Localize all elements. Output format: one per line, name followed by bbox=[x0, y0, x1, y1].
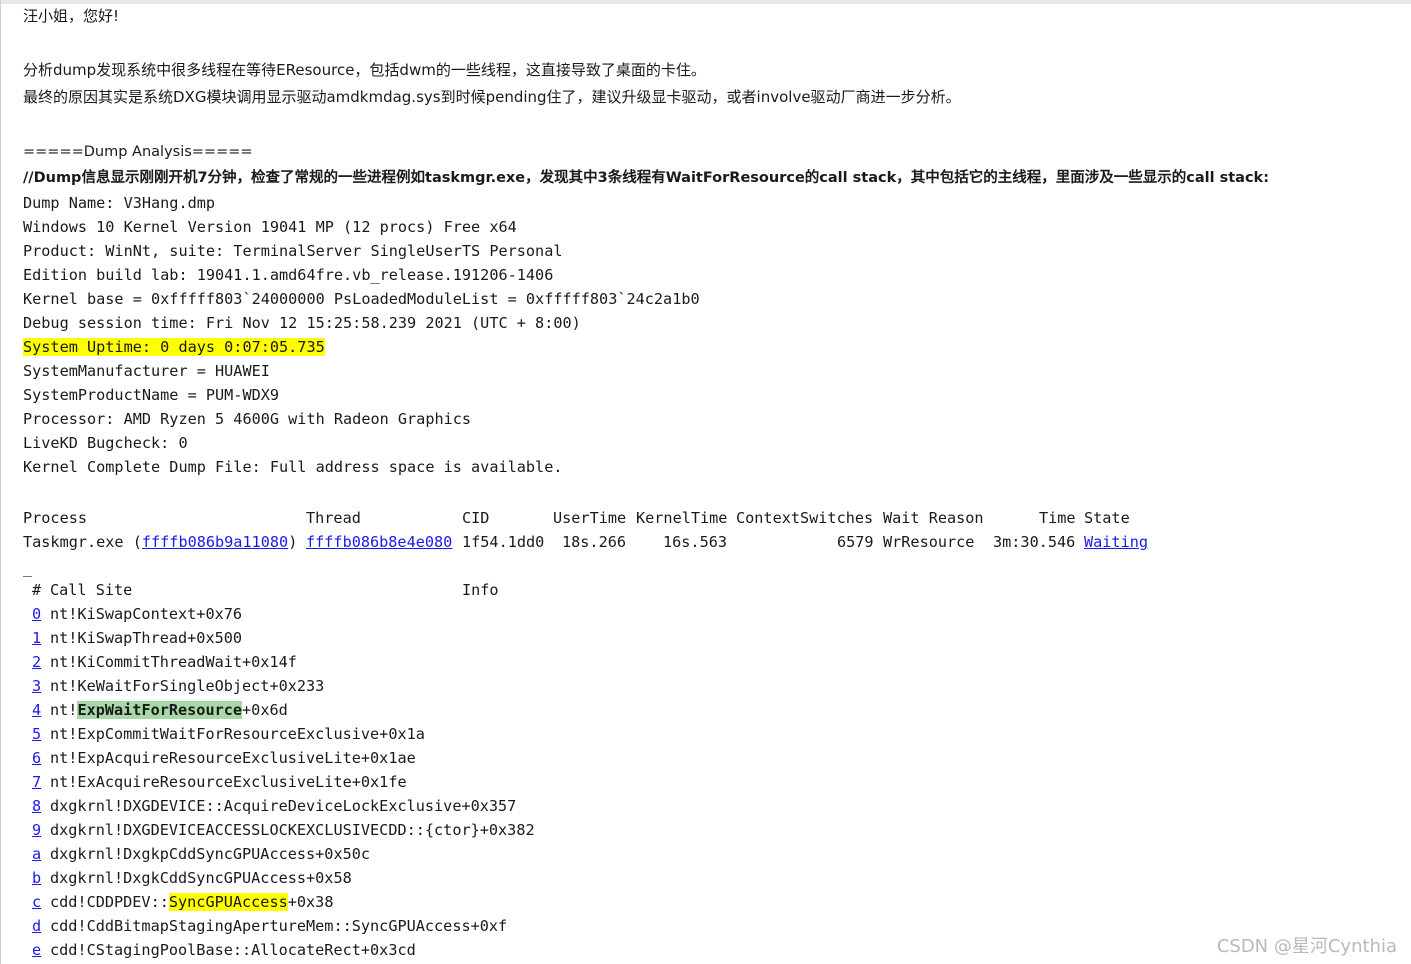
frame-number-link[interactable]: 3 bbox=[32, 677, 41, 695]
frame-row: 6 bbox=[32, 748, 41, 768]
paragraph-1: 分析dump发现系统中很多线程在等待EResource，包括dwm的一些线程，这… bbox=[23, 61, 706, 79]
frame-site: nt!ExpCommitWaitForResourceExclusive+0x1… bbox=[50, 725, 425, 743]
frame-number-link[interactable]: c bbox=[32, 893, 41, 911]
frame-site: nt!KiCommitThreadWait+0x14f bbox=[50, 653, 297, 671]
frame-number-link[interactable]: d bbox=[32, 917, 41, 935]
frame-row: 3 bbox=[32, 676, 41, 696]
col-header-process: Process bbox=[23, 509, 88, 527]
frame-row: d bbox=[32, 916, 41, 936]
frame-site: nt!ExAcquireResourceExclusiveLite+0x1fe bbox=[50, 773, 407, 791]
info-line: Windows 10 Kernel Version 19041 MP (12 p… bbox=[23, 218, 517, 236]
frame-site: nt!KeWaitForSingleObject+0x233 bbox=[50, 677, 325, 695]
frame-number-link[interactable]: 8 bbox=[32, 797, 41, 815]
process-name: Taskmgr.exe ( bbox=[23, 533, 142, 551]
frame-site: dxgkrnl!DxgkpCddSyncGPUAccess+0x50c bbox=[50, 845, 371, 863]
info-line: Debug session time: Fri Nov 12 15:25:58.… bbox=[23, 314, 581, 332]
info-line: Product: WinNt, suite: TerminalServer Si… bbox=[23, 242, 563, 260]
frame-row: 7 bbox=[32, 772, 41, 792]
contextswitches-cell: 6579 bbox=[837, 533, 874, 551]
dump-analysis-header: =====Dump Analysis===== bbox=[23, 144, 253, 160]
frame-site-highlight: ExpWaitForResource bbox=[77, 701, 243, 719]
frame-site-suffix: +0x6d bbox=[242, 701, 288, 719]
info-line: Edition build lab: 19041.1.amd64fre.vb_r… bbox=[23, 266, 554, 284]
col-header-cid: CID bbox=[462, 509, 490, 527]
callstack-header-num: # bbox=[32, 581, 42, 599]
waitreason-cell: WrResource bbox=[883, 533, 975, 551]
frame-row: c bbox=[32, 892, 41, 912]
frame-number-link[interactable]: 0 bbox=[32, 605, 41, 623]
col-header-thread: Thread bbox=[306, 509, 361, 527]
info-line: SystemManufacturer = HUAWEI bbox=[23, 362, 270, 380]
frame-site: nt!KiSwapContext+0x76 bbox=[50, 605, 243, 623]
frame-row: 0 bbox=[32, 604, 41, 624]
state-cell: Waiting bbox=[1084, 532, 1148, 552]
frame-number-link[interactable]: 7 bbox=[32, 773, 41, 791]
info-line: Processor: AMD Ryzen 5 4600G with Radeon… bbox=[23, 410, 472, 428]
frame-site: nt!ExpWaitForResource+0x6d bbox=[50, 700, 288, 720]
frame-site: nt!KiSwapThread+0x500 bbox=[50, 629, 243, 647]
frame-number-link[interactable]: 4 bbox=[32, 701, 41, 719]
frame-site: dxgkrnl!DxgkCddSyncGPUAccess+0x58 bbox=[50, 869, 352, 887]
callstack-header-callsite: Call Site bbox=[50, 581, 133, 599]
frame-site-prefix: cdd!CDDPDEV:: bbox=[50, 893, 169, 911]
frame-number-link[interactable]: 5 bbox=[32, 725, 41, 743]
info-line: Dump Name: V3Hang.dmp bbox=[23, 194, 216, 212]
frame-row: 9 bbox=[32, 820, 41, 840]
frame-row: 4 bbox=[32, 700, 41, 720]
frame-site: cdd!CddBitmapStagingApertureMem::SyncGPU… bbox=[50, 917, 508, 935]
process-close-paren: ) bbox=[288, 533, 298, 551]
callstack-header-info: Info bbox=[462, 581, 499, 599]
info-line: LiveKD Bugcheck: 0 bbox=[23, 434, 188, 452]
greeting: 汪小姐，您好! bbox=[23, 7, 120, 25]
frame-number-link[interactable]: b bbox=[32, 869, 41, 887]
kerneltime-cell: 16s.563 bbox=[663, 533, 728, 551]
frame-site: nt!ExpAcquireResourceExclusiveLite+0x1ae bbox=[50, 749, 416, 767]
frame-site-prefix: nt! bbox=[50, 701, 78, 719]
frame-row: a bbox=[32, 844, 41, 864]
dump-note: //Dump信息显示刚刚开机7分钟，检查了常规的一些进程例如taskmgr.ex… bbox=[23, 170, 1269, 186]
frame-row: e bbox=[32, 940, 41, 960]
frame-row: 8 bbox=[32, 796, 41, 816]
state-waiting-link[interactable]: Waiting bbox=[1084, 533, 1148, 551]
uptime-line: System Uptime: 0 days 0:07:05.735 bbox=[23, 337, 325, 357]
left-border bbox=[0, 0, 1, 964]
underscore-marker: _ bbox=[23, 559, 33, 577]
process-cell: Taskmgr.exe (ffffb086b9a11080) bbox=[23, 532, 297, 552]
info-line: Kernel Complete Dump File: Full address … bbox=[23, 458, 563, 476]
frame-site-suffix: +0x38 bbox=[287, 893, 334, 911]
process-address-link[interactable]: ffffb086b9a11080 bbox=[142, 533, 288, 551]
frame-site: cdd!CStagingPoolBase::AllocateRect+0x3cd bbox=[50, 941, 416, 959]
frame-site: dxgkrnl!DXGDEVICEACCESSLOCKEXCLUSIVECDD:… bbox=[50, 821, 535, 839]
info-line: SystemProductName = PUM-WDX9 bbox=[23, 386, 280, 404]
frame-number-link[interactable]: a bbox=[32, 845, 41, 863]
frame-row: 5 bbox=[32, 724, 41, 744]
col-header-contextswitches: ContextSwitches bbox=[736, 509, 874, 527]
thread-cell: ffffb086b8e4e080 bbox=[306, 532, 452, 552]
top-border bbox=[0, 0, 1411, 4]
paragraph-2: 最终的原因其实是系统DXG模块调用显示驱动amdkmdag.sys到时候pend… bbox=[23, 88, 961, 106]
csdn-watermark: CSDN @星河Cynthia bbox=[1216, 936, 1397, 957]
frame-number-link[interactable]: 6 bbox=[32, 749, 41, 767]
frame-number-link[interactable]: 9 bbox=[32, 821, 41, 839]
frame-row: 1 bbox=[32, 628, 41, 648]
frame-number-link[interactable]: 2 bbox=[32, 653, 41, 671]
col-header-usertime: UserTime bbox=[553, 509, 627, 527]
info-line: Kernel base = 0xfffff803`24000000 PsLoad… bbox=[23, 290, 700, 308]
frame-site: cdd!CDDPDEV::SyncGPUAccess+0x38 bbox=[50, 892, 333, 912]
col-header-kerneltime: KernelTime bbox=[636, 509, 728, 527]
col-header-waitreason: Wait Reason bbox=[883, 509, 984, 527]
col-header-time: Time bbox=[1039, 509, 1076, 527]
time-cell: 3m:30.546 bbox=[993, 533, 1076, 551]
frame-site: dxgkrnl!DXGDEVICE::AcquireDeviceLockExcl… bbox=[50, 797, 517, 815]
col-header-state: State bbox=[1084, 509, 1130, 527]
cid-cell: 1f54.1dd0 bbox=[462, 533, 545, 551]
frame-row: 2 bbox=[32, 652, 41, 672]
usertime-cell: 18s.266 bbox=[562, 533, 627, 551]
frame-row: b bbox=[32, 868, 41, 888]
frame-number-link[interactable]: e bbox=[32, 941, 41, 959]
frame-number-link[interactable]: 1 bbox=[32, 629, 41, 647]
uptime-highlight: System Uptime: 0 days 0:07:05.735 bbox=[23, 338, 325, 356]
frame-site-highlight: SyncGPUAccess bbox=[168, 893, 288, 911]
thread-address-link[interactable]: ffffb086b8e4e080 bbox=[306, 533, 452, 551]
